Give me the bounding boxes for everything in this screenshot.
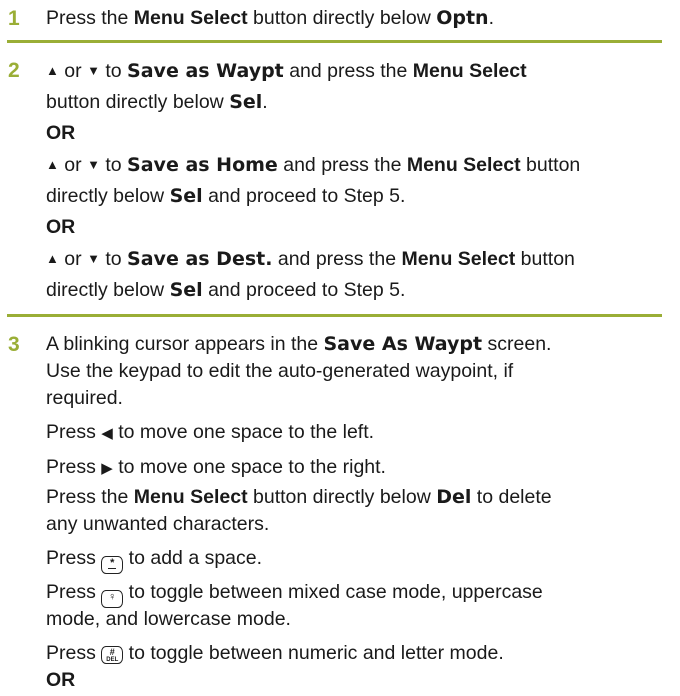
or-label: OR [46, 216, 76, 238]
menu-select-label: Menu Select [401, 248, 516, 270]
text: directly below [46, 185, 170, 207]
key-symbol: ♀ [108, 591, 117, 603]
text: . [262, 91, 268, 113]
text: and press the [283, 60, 413, 82]
divider [7, 314, 662, 317]
text: to move one space to the left. [112, 421, 375, 443]
text: Press [46, 421, 102, 443]
text: to [99, 248, 128, 270]
text: button directly below [247, 7, 437, 29]
menu-option-save-as-dest: Save as Dest. [127, 248, 273, 270]
menu-option-save-as-waypt: Save as Waypt [127, 60, 284, 82]
step-text: A blinking cursor appears in the Save As… [46, 329, 658, 696]
text: to delete [471, 486, 552, 508]
text: Press the [46, 7, 134, 29]
text: any unwanted characters. [46, 513, 270, 535]
text: button directly below [247, 486, 437, 508]
step-text: Press the Menu Select button directly be… [46, 3, 658, 34]
text: Press [46, 642, 102, 664]
text: to [99, 154, 128, 176]
case-toggle-key-icon: ♀ [101, 590, 124, 608]
text: button [520, 154, 581, 176]
text: directly below [46, 279, 170, 301]
left-arrow-key-icon: ◀ [101, 425, 113, 442]
text: Press [46, 456, 102, 478]
text: A blinking cursor appears in the [46, 333, 324, 355]
text: and proceed to Step 5. [202, 279, 406, 301]
text: Press [46, 581, 102, 603]
key-label: DEL [106, 657, 119, 663]
divider [7, 40, 662, 43]
right-arrow-key-icon: ▶ [101, 460, 113, 477]
menu-select-label: Menu Select [133, 486, 248, 508]
or-label: OR [46, 122, 76, 144]
text: button directly below [46, 91, 230, 113]
text: Press the [46, 486, 134, 508]
menu-select-label: Menu Select [412, 60, 527, 82]
softkey-label-del: Del [436, 486, 472, 508]
text: Press [46, 547, 102, 569]
text: and press the [272, 248, 402, 270]
text: to [99, 60, 128, 82]
screen-name-save-as-waypt: Save As Waypt [323, 333, 483, 355]
up-arrow-icon: ▲ [46, 63, 59, 78]
text: required. [46, 387, 123, 409]
text: mode, and lowercase mode. [46, 608, 291, 630]
text: or [58, 248, 88, 270]
softkey-label-sel: Sel [169, 279, 203, 301]
softkey-label-optn: Optn [436, 7, 489, 29]
down-arrow-icon: ▼ [87, 63, 100, 78]
text: screen. [482, 333, 552, 355]
key-symbol: # [109, 647, 115, 657]
down-arrow-icon: ▼ [87, 251, 100, 266]
text: or [58, 60, 88, 82]
key-symbol: * [110, 557, 115, 569]
step-number: 1 [8, 7, 20, 30]
text: to move one space to the right. [112, 456, 386, 478]
text: . [488, 7, 494, 29]
star-key-icon: * [101, 556, 124, 574]
key-underline [108, 568, 117, 569]
menu-option-save-as-home: Save as Home [127, 154, 278, 176]
softkey-label-sel: Sel [229, 91, 263, 113]
menu-select-label: Menu Select [133, 7, 248, 29]
step-number: 2 [8, 59, 20, 82]
text: button [515, 248, 575, 270]
or-label: OR [46, 669, 76, 691]
softkey-label-sel: Sel [169, 185, 203, 207]
text: to add a space. [123, 547, 263, 569]
text: to toggle between numeric and letter mod… [123, 642, 504, 664]
text: to toggle between mixed case mode, upper… [123, 581, 543, 603]
text: and proceed to Step 5. [202, 185, 406, 207]
step-number: 3 [8, 333, 20, 356]
hash-del-key-icon: # DEL [101, 646, 124, 664]
menu-select-label: Menu Select [406, 154, 521, 176]
down-arrow-icon: ▼ [87, 157, 100, 172]
up-arrow-icon: ▲ [46, 251, 59, 266]
up-arrow-icon: ▲ [46, 157, 59, 172]
step-text: ▲ or ▼ to Save as Waypt and press the Me… [46, 55, 658, 306]
text: and press the [277, 154, 407, 176]
text: or [58, 154, 88, 176]
